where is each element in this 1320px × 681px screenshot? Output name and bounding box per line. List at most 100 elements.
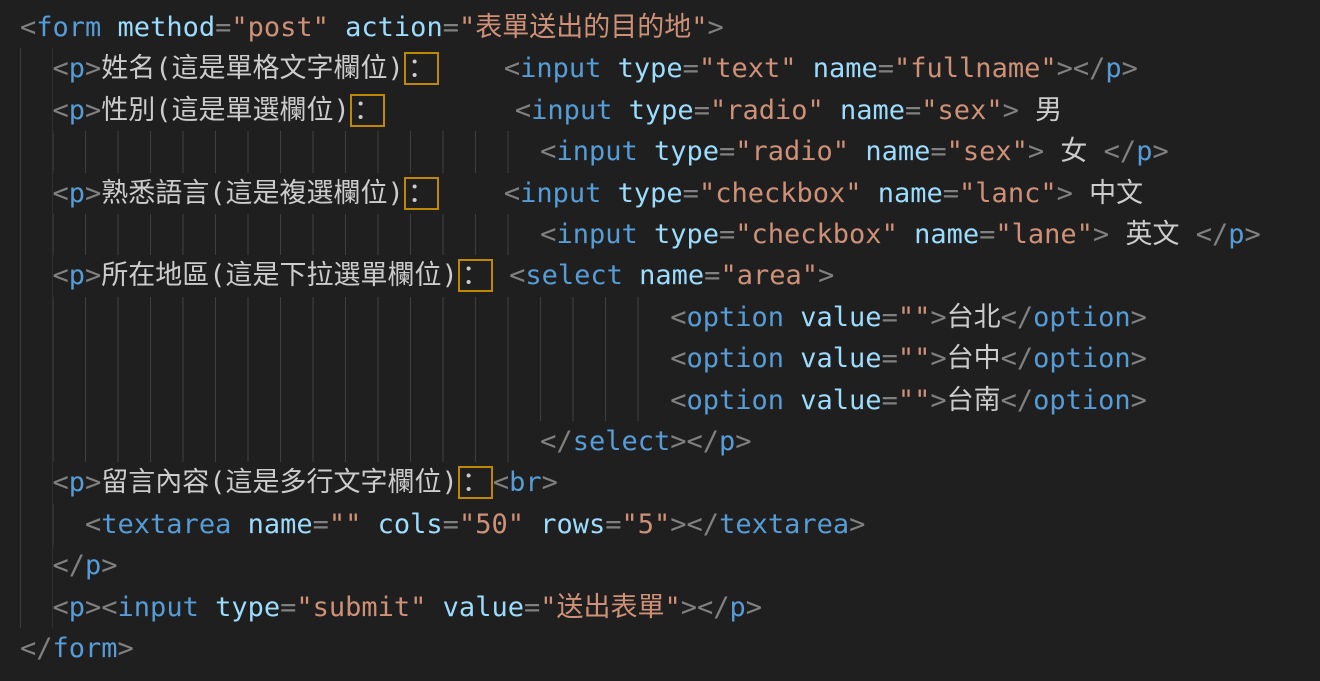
token-attribute-value: "50" <box>459 509 524 540</box>
token-tag-name: input <box>118 592 199 623</box>
token-attribute-name: method <box>101 12 215 43</box>
token-punctuation: > <box>849 509 865 540</box>
unicode-highlight-box: ： <box>404 177 439 210</box>
token-tag-name: p <box>1105 53 1121 84</box>
token-text-content: 所在地區(這是下拉選單欄位) <box>101 260 458 291</box>
indent-guides <box>20 462 53 503</box>
token-attribute-value: "radio" <box>735 136 849 167</box>
token-attribute-name: rows <box>524 509 605 540</box>
token-tag-name: option <box>1033 343 1131 374</box>
token-attribute-value: "checkbox" <box>735 219 898 250</box>
code-line-10[interactable]: <option value="">台南</option> <box>20 380 1320 421</box>
token-attribute-name: name <box>824 95 905 126</box>
code-line-11[interactable]: </select></p> <box>20 421 1320 462</box>
code-text: </select></p> <box>540 421 751 462</box>
code-text: <option value="">台南</option> <box>670 380 1147 421</box>
token-punctuation: ></ <box>670 426 719 457</box>
token-attribute-value: "表單送出的目的地" <box>459 12 708 43</box>
token-punctuation: < <box>540 136 556 167</box>
token-punctuation: > <box>85 178 101 209</box>
token-punctuation: = <box>704 260 720 291</box>
token-attribute-name: type <box>199 592 280 623</box>
token-punctuation: > <box>85 95 101 126</box>
token-attribute-value: "area" <box>720 260 818 291</box>
code-line-16[interactable]: </form> <box>20 628 1320 669</box>
indent-guides <box>20 421 540 462</box>
token-punctuation: = <box>882 343 898 374</box>
token-punctuation: = <box>443 509 459 540</box>
code-line-8[interactable]: <option value="">台北</option> <box>20 297 1320 338</box>
code-editor[interactable]: <form method="post" action="表單送出的目的地"><p… <box>0 0 1320 670</box>
token-tag-name: textarea <box>101 509 231 540</box>
token-tag-name: form <box>36 12 101 43</box>
token-text-content <box>385 95 515 126</box>
code-line-15[interactable]: <p><input type="submit" value="送出表單"></p… <box>20 587 1320 628</box>
token-punctuation: </ <box>20 633 53 664</box>
token-tag-name: p <box>69 178 85 209</box>
token-attribute-value: "lane" <box>995 219 1093 250</box>
code-text: <p>所在地區(這是下拉選單欄位)： <select name="area"> <box>53 255 835 296</box>
token-tag-name: input <box>556 136 637 167</box>
token-punctuation: > <box>1131 385 1147 416</box>
token-punctuation: = <box>943 178 959 209</box>
token-text-content: 台北 <box>947 302 1001 333</box>
token-text-content: 中文 <box>1073 178 1143 209</box>
code-line-2[interactable]: <p>姓名(這是單格文字欄位)： <input type="text" name… <box>20 48 1320 89</box>
indent-guides <box>20 48 53 89</box>
code-line-1[interactable]: <form method="post" action="表單送出的目的地"> <box>20 7 1320 48</box>
indent-guides <box>20 255 53 296</box>
token-punctuation: = <box>280 592 296 623</box>
code-line-9[interactable]: <option value="">台中</option> <box>20 338 1320 379</box>
token-punctuation: > <box>930 385 946 416</box>
token-tag-name: p <box>1228 219 1244 250</box>
indent-guides <box>20 587 53 628</box>
token-punctuation: < <box>53 95 69 126</box>
token-attribute-name: type <box>601 178 682 209</box>
token-punctuation: = <box>979 219 995 250</box>
token-tag-name: p <box>69 95 85 126</box>
code-text: <p><input type="submit" value="送出表單"></p… <box>53 587 763 628</box>
token-attribute-value: "送出表單" <box>540 592 681 623</box>
indent-guides <box>20 214 540 255</box>
token-punctuation: > <box>1131 302 1147 333</box>
token-punctuation: > <box>85 53 101 84</box>
code-line-7[interactable]: <p>所在地區(這是下拉選單欄位)： <select name="area"> <box>20 255 1320 296</box>
token-text-content <box>493 260 509 291</box>
unicode-highlight-box: ： <box>350 94 385 127</box>
token-attribute-value: "text" <box>699 53 797 84</box>
code-line-14[interactable]: </p> <box>20 545 1320 586</box>
token-punctuation: > <box>118 633 134 664</box>
token-punctuation: < <box>504 53 520 84</box>
code-line-4[interactable]: <input type="radio" name="sex"> 女 </p> <box>20 131 1320 172</box>
token-attribute-name: type <box>638 136 719 167</box>
token-punctuation: > <box>1244 219 1260 250</box>
token-punctuation: = <box>719 136 735 167</box>
token-punctuation: < <box>53 260 69 291</box>
indent-guides <box>20 545 53 586</box>
indent-guides <box>20 131 540 172</box>
token-attribute-value: "sex" <box>947 136 1028 167</box>
token-attribute-name: type <box>601 53 682 84</box>
token-tag-name: select <box>525 260 623 291</box>
code-line-6[interactable]: <input type="checkbox" name="lane"> 英文 <… <box>20 214 1320 255</box>
token-attribute-name: value <box>784 302 882 333</box>
token-punctuation: < <box>53 178 69 209</box>
token-attribute-value: "lanc" <box>959 178 1057 209</box>
code-line-5[interactable]: <p>熟悉語言(這是複選欄位)： <input type="checkbox" … <box>20 173 1320 214</box>
token-punctuation: </ <box>1001 302 1034 333</box>
token-attribute-value: "" <box>898 302 931 333</box>
token-text-content: 台中 <box>947 343 1001 374</box>
token-text-content: 姓名(這是單格文字欄位) <box>101 53 404 84</box>
code-line-12[interactable]: <p>留言內容(這是多行文字欄位)：<br> <box>20 462 1320 503</box>
indent-guides <box>20 90 53 131</box>
token-attribute-value: "submit" <box>296 592 426 623</box>
code-text: <p>性別(這是單選欄位)： <input type="radio" name=… <box>53 90 1063 131</box>
code-line-13[interactable]: <textarea name="" cols="50" rows="5"></t… <box>20 504 1320 545</box>
code-text: <input type="radio" name="sex"> 女 </p> <box>540 131 1169 172</box>
token-attribute-name: action <box>329 12 443 43</box>
code-line-3[interactable]: <p>性別(這是單選欄位)： <input type="radio" name=… <box>20 90 1320 131</box>
code-text: <input type="checkbox" name="lane"> 英文 <… <box>540 214 1261 255</box>
token-punctuation: </ <box>1001 343 1034 374</box>
token-punctuation: </ <box>1104 136 1137 167</box>
code-text: <p>留言內容(這是多行文字欄位)：<br> <box>53 462 558 503</box>
